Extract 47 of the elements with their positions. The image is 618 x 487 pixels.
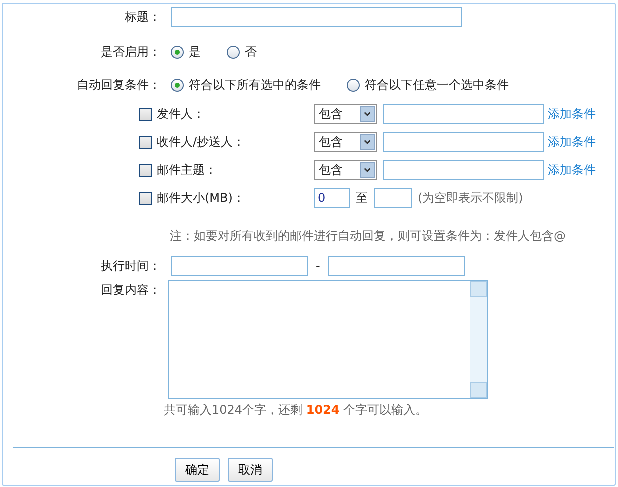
radio-label: 符合以下所有选中的条件	[189, 77, 321, 94]
caret-icon	[360, 162, 375, 178]
radio-label: 是	[189, 44, 201, 61]
operator-dropdown[interactable]: 包含	[314, 104, 377, 124]
field-label: 回复内容：	[100, 282, 161, 299]
checkbox[interactable]	[139, 164, 152, 176]
checkbox[interactable]	[139, 136, 152, 148]
start-time-field[interactable]	[171, 256, 308, 276]
radio-button[interactable]	[171, 46, 184, 59]
value-field[interactable]	[383, 160, 544, 180]
field-label: 标题：	[124, 8, 161, 26]
counter-text: 共可输入1024个字，还剩 1024 个字可以输入。	[164, 402, 429, 419]
min-size-field[interactable]: 0	[314, 188, 350, 208]
radio-button[interactable]	[347, 79, 360, 92]
operator-dropdown[interactable]: 包含	[314, 132, 377, 152]
checkbox[interactable]	[139, 192, 152, 204]
rule-label: 发件人：	[157, 106, 206, 122]
range-separator: 至	[356, 190, 368, 206]
time-separator: -	[316, 259, 320, 273]
rule-label: 邮件大小(MB)：	[157, 190, 246, 206]
rule-label: 收件人/抄送人：	[157, 134, 246, 150]
field-label: 是否启用：	[100, 44, 161, 61]
title-field[interactable]	[171, 7, 462, 27]
caret-icon	[360, 134, 375, 150]
add-condition-link[interactable]: 添加条件	[548, 162, 596, 178]
add-condition-link[interactable]: 添加条件	[548, 134, 596, 150]
field-label: 自动回复条件：	[76, 77, 161, 94]
radio-button[interactable]	[171, 79, 184, 92]
hint-text: (为空即表示不限制)	[418, 190, 524, 206]
caret-icon	[360, 106, 375, 122]
end-time-field[interactable]	[328, 256, 466, 276]
add-condition-link[interactable]: 添加条件	[548, 106, 596, 122]
rule-label: 邮件主题：	[157, 162, 218, 178]
field-label: 执行时间：	[100, 258, 161, 274]
form-button[interactable]: 取消	[228, 458, 273, 482]
scrollbar[interactable]	[470, 281, 487, 398]
value-field[interactable]	[383, 132, 544, 152]
radio-button[interactable]	[227, 46, 240, 59]
value-field[interactable]	[383, 104, 544, 124]
radio-label: 符合以下任意一个选中条件	[365, 77, 509, 94]
max-size-field[interactable]	[374, 188, 412, 208]
reply-field[interactable]	[168, 280, 488, 399]
radio-label: 否	[245, 44, 257, 61]
note-text: 注：如要对所有收到的邮件进行自动回复，则可设置条件为：发件人包含@	[170, 228, 567, 245]
checkbox[interactable]	[139, 108, 152, 120]
operator-dropdown[interactable]: 包含	[314, 160, 377, 180]
form-button[interactable]: 确定	[175, 458, 220, 482]
